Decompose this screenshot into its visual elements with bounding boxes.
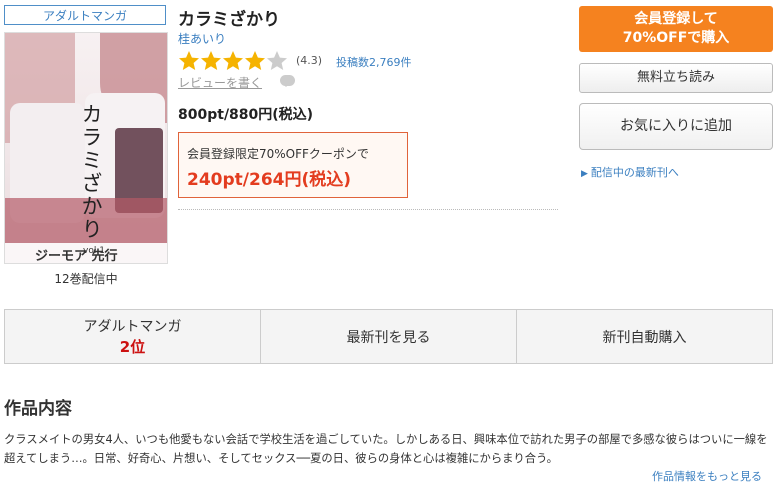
free-sample-button[interactable]: 無料立ち読み (579, 63, 773, 93)
tab-latest[interactable]: 最新刊を見る (261, 310, 517, 363)
triangle-right-icon: ▶ (581, 169, 588, 179)
register-button-line2: 70%OFFで購入 (622, 30, 730, 46)
review-count-link[interactable]: 投稿数2,769件 (336, 54, 412, 70)
more-info-link[interactable]: 作品情報をもっと見る (652, 468, 762, 484)
add-favorite-button[interactable]: お気に入りに追加 (579, 103, 773, 150)
divider (178, 209, 558, 210)
tab-ranking-label: アダルトマンガ (83, 319, 182, 335)
star-rating (178, 50, 288, 72)
ranking-position: 2位 (119, 338, 146, 356)
tab-ranking[interactable]: アダルトマンガ 2位 (5, 310, 261, 363)
cover-image[interactable]: カラミざかり vol.1 ジーモア 先行 (4, 32, 168, 264)
author-link[interactable]: 桂あいり (178, 30, 226, 47)
coupon-price: 240pt/264円(税込) (187, 170, 352, 190)
description-text: クラスメイトの男女4人、いつも他愛もない会話で学校生活を過ごしていた。しかしある… (4, 433, 768, 465)
coupon-label: 会員登録限定70%OFFクーポンで (187, 147, 369, 161)
category-tag[interactable]: アダルトマンガ (4, 5, 166, 25)
star-filled-icon (179, 51, 199, 70)
register-buy-button[interactable]: 会員登録して 70%OFFで購入 (579, 6, 773, 52)
description-heading: 作品内容 (4, 399, 72, 419)
write-review-link[interactable]: レビューを書く (178, 74, 262, 91)
latest-volume-label: 配信中の最新刊へ (590, 166, 679, 179)
volume-count: 12巻配信中 (54, 272, 118, 286)
star-filled-icon (201, 51, 221, 70)
tab-latest-label: 最新刊を見る (346, 329, 431, 346)
tab-auto-purchase[interactable]: 新刊自動購入 (517, 310, 772, 363)
page-title: カラミざかり (178, 10, 280, 30)
tab-auto-purchase-label: 新刊自動購入 (602, 329, 687, 346)
cover-publisher: ジーモア 先行 (35, 249, 118, 264)
action-tab-bar: アダルトマンガ 2位 最新刊を見る 新刊自動購入 (4, 309, 773, 364)
star-filled-icon (245, 51, 265, 70)
rating-value: (4.3) (296, 54, 323, 67)
latest-volume-link[interactable]: ▶ 配信中の最新刊へ (581, 164, 679, 180)
coupon-box: 会員登録限定70%OFFクーポンで 240pt/264円(税込) (178, 132, 408, 198)
speech-bubble-icon (280, 75, 295, 87)
register-button-line1: 会員登録して (634, 11, 718, 27)
star-empty-icon (267, 51, 287, 70)
star-filled-icon (223, 51, 243, 70)
price: 800pt/880円(税込) (178, 107, 314, 123)
cover-title: カラミざかり (79, 103, 103, 241)
